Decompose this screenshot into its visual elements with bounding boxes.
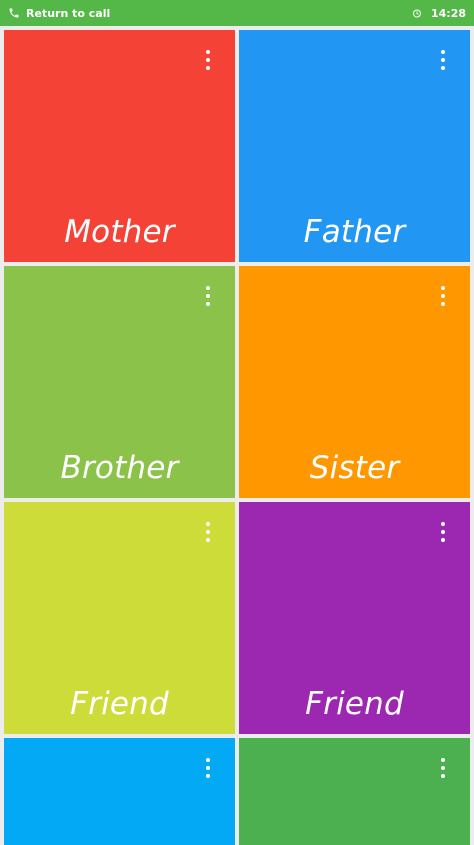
contact-tile-8[interactable] bbox=[239, 738, 470, 845]
tile-label: Brother bbox=[60, 450, 179, 486]
return-to-call-text: Return to call bbox=[26, 6, 111, 20]
more-vert-icon[interactable] bbox=[201, 48, 215, 72]
more-vert-icon[interactable] bbox=[436, 520, 450, 544]
status-time: 14:28 bbox=[430, 6, 466, 20]
tile-label: Mother bbox=[64, 214, 175, 250]
alarm-icon bbox=[411, 7, 423, 19]
contact-tile-brother[interactable]: Brother bbox=[4, 266, 235, 498]
contact-tile-friend-1[interactable]: Friend bbox=[4, 502, 235, 734]
contact-tile-friend-2[interactable]: Friend bbox=[239, 502, 470, 734]
more-vert-icon[interactable] bbox=[201, 284, 215, 308]
contact-grid: Mother Father Brother Sister Friend Frie… bbox=[0, 26, 474, 845]
more-vert-icon[interactable] bbox=[436, 756, 450, 780]
contact-tile-mother[interactable]: Mother bbox=[4, 30, 235, 262]
more-vert-icon[interactable] bbox=[201, 520, 215, 544]
tile-label: Friend bbox=[305, 686, 404, 722]
contact-tile-sister[interactable]: Sister bbox=[239, 266, 470, 498]
contact-tile-7[interactable] bbox=[4, 738, 235, 845]
return-to-call-banner[interactable]: Return to call bbox=[8, 7, 411, 20]
more-vert-icon[interactable] bbox=[436, 284, 450, 308]
contact-tile-father[interactable]: Father bbox=[239, 30, 470, 262]
more-vert-icon[interactable] bbox=[201, 756, 215, 780]
tile-label: Sister bbox=[309, 450, 400, 486]
status-bar: Return to call 14:28 bbox=[0, 0, 474, 26]
more-vert-icon[interactable] bbox=[436, 48, 450, 72]
tile-label: Friend bbox=[70, 686, 169, 722]
phone-icon bbox=[8, 7, 20, 19]
tile-label: Father bbox=[303, 214, 406, 250]
